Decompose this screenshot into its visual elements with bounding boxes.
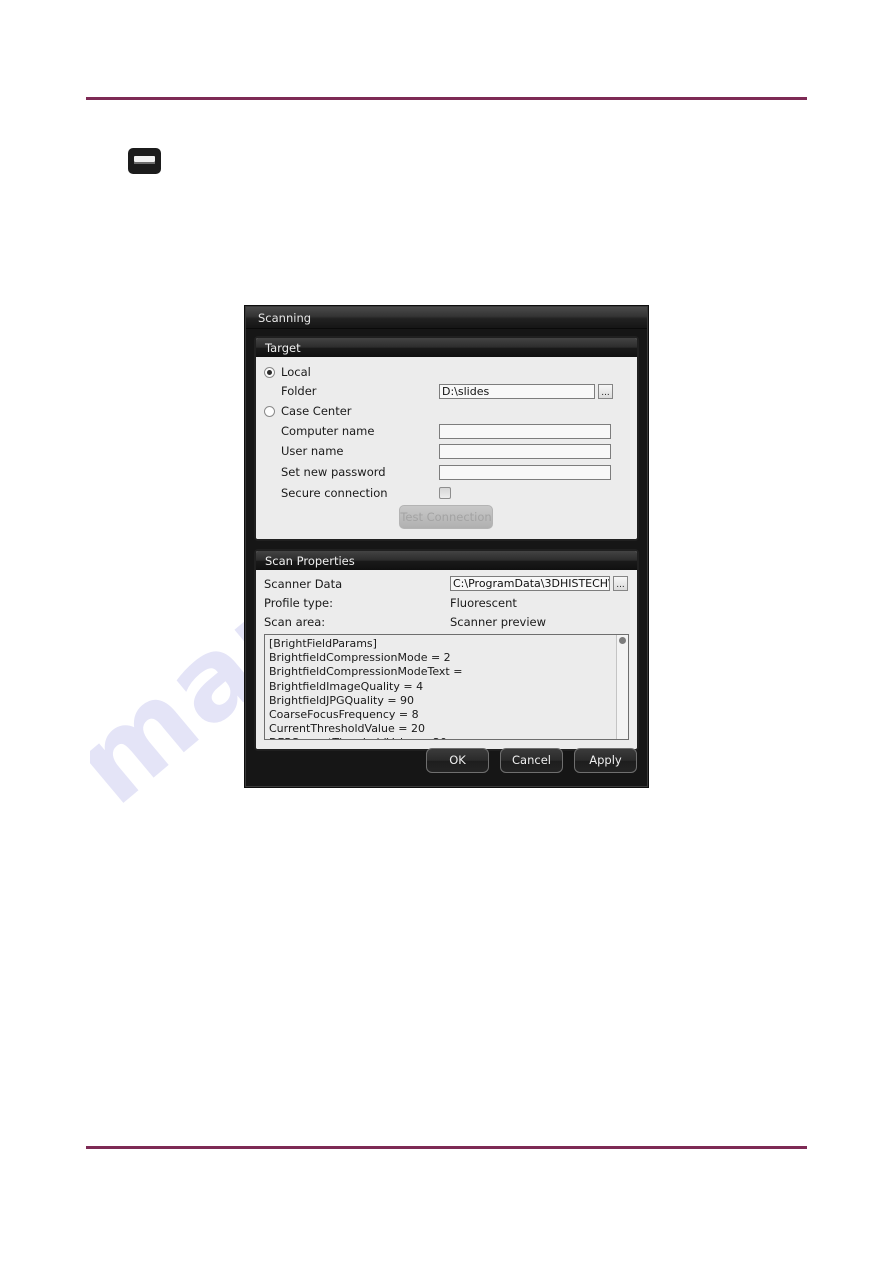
scanner-icon-slot-shadow bbox=[134, 162, 155, 164]
scanner-device-icon bbox=[128, 148, 161, 174]
scanner-data-input[interactable]: C:\ProgramData\3DHISTECH\SI bbox=[450, 576, 610, 591]
test-connection-row: Test Connection bbox=[264, 505, 629, 529]
params-line: [BrightFieldParams] bbox=[269, 637, 377, 650]
case-center-radio-row[interactable]: Case Center bbox=[264, 402, 629, 420]
target-group-content: Local Folder D:\slides ... Case Center C… bbox=[256, 357, 637, 539]
apply-button[interactable]: Apply bbox=[574, 747, 637, 773]
page-footer-rule bbox=[86, 1146, 807, 1149]
secure-connection-label: Secure connection bbox=[281, 486, 388, 500]
scanning-dialog: Scanning Target Local Folder D:\slides .… bbox=[245, 306, 648, 787]
folder-browse-button[interactable]: ... bbox=[598, 383, 613, 399]
radio-local[interactable] bbox=[264, 366, 275, 378]
radio-case-center[interactable] bbox=[264, 405, 275, 417]
params-line: BrightfieldCompressionMode = 2 bbox=[269, 651, 451, 665]
scan-properties-group: Scan Properties Scanner Data C:\ProgramD… bbox=[254, 549, 639, 751]
secure-connection-row: Secure connection bbox=[264, 484, 629, 502]
set-new-password-label: Set new password bbox=[281, 465, 386, 479]
set-new-password-input[interactable] bbox=[439, 464, 611, 480]
dialog-titlebar: Scanning bbox=[246, 307, 647, 329]
params-line: BrightfieldJPGQuality = 90 bbox=[269, 693, 415, 707]
user-name-input[interactable] bbox=[439, 443, 611, 459]
folder-row: Folder D:\slides ... bbox=[264, 382, 629, 400]
scanner-data-browse-button[interactable]: ... bbox=[613, 576, 628, 591]
user-name-label: User name bbox=[281, 444, 344, 458]
target-group-header: Target bbox=[256, 338, 637, 357]
dialog-body: Target Local Folder D:\slides ... Case C… bbox=[246, 329, 647, 751]
params-line: BrightfieldImageQuality = 4 bbox=[269, 679, 424, 693]
ok-button[interactable]: OK bbox=[426, 747, 489, 773]
scan-area-label: Scan area: bbox=[264, 615, 326, 629]
test-connection-button[interactable]: Test Connection bbox=[399, 505, 493, 529]
scanner-data-label: Scanner Data bbox=[264, 576, 343, 591]
scan-properties-group-content: Scanner Data C:\ProgramData\3DHISTECH\SI… bbox=[256, 570, 637, 749]
scan-properties-group-header: Scan Properties bbox=[256, 551, 637, 570]
params-textarea[interactable]: [BrightFieldParams] BrightfieldCompressi… bbox=[264, 634, 629, 740]
local-radio-row[interactable]: Local bbox=[264, 363, 629, 381]
page-header-rule bbox=[86, 97, 807, 100]
target-group: Target Local Folder D:\slides ... Case C… bbox=[254, 336, 639, 541]
set-new-password-row: Set new password bbox=[264, 463, 629, 481]
scan-area-value: Scanner preview bbox=[450, 615, 547, 629]
params-textarea-content: [BrightFieldParams] BrightfieldCompressi… bbox=[265, 635, 628, 739]
target-group-title: Target bbox=[265, 340, 301, 355]
cancel-button[interactable]: Cancel bbox=[500, 747, 563, 773]
computer-name-input[interactable] bbox=[439, 423, 611, 439]
scan-properties-group-title: Scan Properties bbox=[265, 553, 355, 568]
params-line: CoarseFocusFrequency = 8 bbox=[269, 708, 419, 722]
folder-input[interactable]: D:\slides bbox=[439, 383, 595, 399]
computer-name-label: Computer name bbox=[281, 424, 375, 438]
folder-label: Folder bbox=[281, 384, 317, 398]
scan-area-row: Scan area: Scanner preview bbox=[264, 615, 629, 629]
radio-case-center-label: Case Center bbox=[281, 404, 352, 418]
params-textarea-scroll-thumb[interactable] bbox=[619, 637, 626, 644]
scanner-data-row: Scanner Data C:\ProgramData\3DHISTECH\SI… bbox=[264, 576, 629, 591]
profile-type-row: Profile type: Fluorescent bbox=[264, 596, 629, 610]
radio-local-label: Local bbox=[281, 365, 311, 379]
secure-connection-checkbox[interactable] bbox=[439, 487, 451, 499]
computer-name-row: Computer name bbox=[264, 422, 629, 440]
profile-type-value: Fluorescent bbox=[450, 596, 517, 610]
user-name-row: User name bbox=[264, 442, 629, 460]
dialog-footer: OK Cancel Apply bbox=[246, 734, 647, 786]
params-textarea-scrollbar[interactable] bbox=[616, 635, 628, 739]
dialog-title: Scanning bbox=[258, 310, 312, 325]
profile-type-label: Profile type: bbox=[264, 596, 333, 610]
params-line: BrightfieldCompressionModeText = bbox=[269, 665, 463, 679]
